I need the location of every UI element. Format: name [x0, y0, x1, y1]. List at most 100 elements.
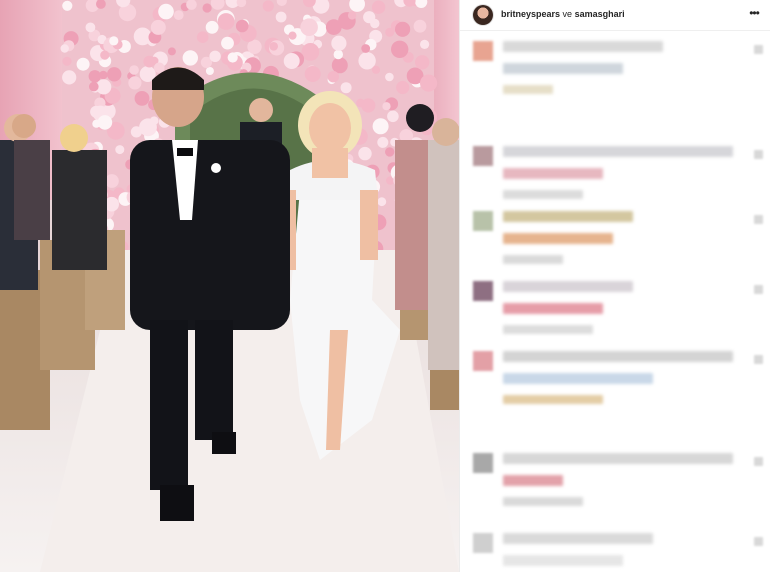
heart-icon[interactable] — [754, 45, 763, 54]
flower — [275, 11, 287, 23]
flower — [88, 70, 102, 83]
flower — [205, 67, 214, 75]
heart-icon[interactable] — [754, 537, 763, 546]
flower — [154, 62, 165, 74]
flower — [288, 31, 297, 40]
flower — [333, 49, 343, 60]
comment-meta-blurred — [503, 497, 583, 506]
username-primary[interactable]: britneyspears — [501, 9, 560, 19]
flower — [371, 65, 381, 74]
flower — [395, 21, 411, 37]
flower — [107, 67, 122, 82]
more-horizontal-icon[interactable]: ••• — [747, 7, 761, 20]
comment-text-blurred — [503, 211, 633, 222]
heart-icon[interactable] — [754, 285, 763, 294]
heart-icon[interactable] — [754, 215, 763, 224]
flower — [325, 19, 342, 35]
comment-avatar[interactable] — [473, 453, 493, 473]
flower — [134, 91, 150, 106]
flower — [331, 35, 347, 51]
comment-text-blurred — [503, 146, 733, 157]
flower — [269, 42, 279, 51]
comment-avatar[interactable] — [473, 281, 493, 301]
comment-avatar[interactable] — [473, 146, 493, 166]
comment-text-blurred — [503, 281, 633, 292]
flower — [158, 3, 174, 20]
flower — [331, 57, 348, 74]
username-secondary[interactable]: samasghari — [575, 9, 625, 19]
flower — [105, 174, 119, 188]
flower — [115, 145, 125, 155]
flower — [300, 18, 318, 36]
flower — [420, 74, 438, 92]
flower — [89, 81, 99, 92]
flower — [391, 40, 409, 58]
screenshot-frame: britneyspears ve samasghari ••• — [0, 0, 770, 572]
flower — [85, 22, 96, 33]
comment-avatar[interactable] — [473, 211, 493, 231]
comments-list — [460, 31, 770, 572]
comment-text-blurred — [503, 303, 603, 314]
heart-icon[interactable] — [754, 457, 763, 466]
comment-meta-blurred — [503, 85, 553, 94]
flower — [90, 105, 102, 118]
flower — [372, 118, 389, 135]
post-photo[interactable] — [0, 0, 459, 572]
flower — [361, 44, 371, 53]
flower — [143, 55, 156, 68]
flower — [173, 10, 184, 20]
flower — [62, 70, 77, 85]
flower — [377, 136, 389, 148]
flower — [363, 11, 376, 24]
flower — [196, 31, 209, 43]
flower — [167, 47, 176, 56]
flower — [205, 20, 219, 34]
flower — [100, 106, 109, 115]
profile-avatar[interactable] — [473, 5, 493, 25]
flower — [227, 52, 238, 63]
comment-text-blurred — [503, 41, 663, 52]
username-conjunction: ve — [562, 9, 573, 19]
flower — [327, 71, 339, 83]
comment-text-blurred — [503, 168, 603, 179]
comment-meta-blurred — [503, 190, 583, 199]
comment-text-blurred — [503, 475, 563, 486]
post-header: britneyspears ve samasghari ••• — [460, 0, 770, 31]
flower — [217, 13, 235, 30]
flower — [62, 0, 73, 11]
flower — [382, 102, 391, 111]
heart-icon[interactable] — [754, 150, 763, 159]
flower — [62, 56, 72, 66]
post-sidebar: britneyspears ve samasghari ••• — [459, 0, 770, 572]
heart-icon[interactable] — [754, 355, 763, 364]
flower — [385, 147, 395, 157]
flower — [60, 44, 69, 53]
flower — [76, 57, 90, 71]
flower — [413, 19, 427, 33]
comment-text-blurred — [503, 373, 653, 384]
flower — [97, 115, 113, 130]
flower — [304, 66, 321, 82]
comment-avatar[interactable] — [473, 351, 493, 371]
flower — [387, 110, 399, 123]
comment-meta-blurred — [503, 255, 563, 264]
comment-avatar[interactable] — [473, 41, 493, 61]
flower — [358, 146, 372, 161]
post-usernames[interactable]: britneyspears ve samasghari — [501, 9, 625, 19]
flower — [128, 76, 142, 90]
flower — [109, 36, 119, 46]
flower — [283, 53, 300, 69]
flower — [415, 55, 430, 70]
flower — [150, 19, 166, 35]
comment-meta-blurred — [503, 395, 603, 404]
flower — [235, 19, 249, 33]
flower — [377, 197, 387, 207]
flower — [361, 98, 376, 113]
comment-text-blurred — [503, 453, 733, 464]
flower — [100, 50, 110, 60]
flower — [139, 118, 157, 137]
comment-text-blurred — [503, 63, 623, 74]
comment-avatar[interactable] — [473, 533, 493, 553]
comment-text-blurred — [503, 233, 613, 244]
flower — [221, 36, 234, 50]
